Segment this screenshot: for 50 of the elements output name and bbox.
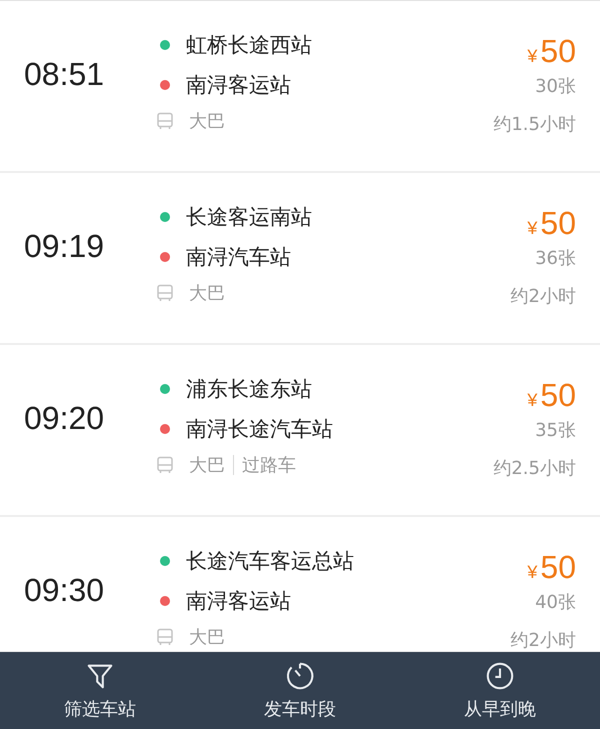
bus-icon — [156, 628, 174, 646]
trip-card[interactable]: 09:20 浦东长途东站 南浔长途汽车站 大巴 过路车 ¥50 35张 约2.5小时 — [0, 345, 600, 515]
trip-card[interactable]: 09:19 长途客运南站 南浔汽车站 大巴 ¥50 36张 约2小时 — [0, 173, 600, 343]
destination-dot-icon — [160, 424, 170, 434]
tickets-left: 30张 — [535, 75, 576, 99]
origin-station: 长途汽车客运总站 — [186, 548, 354, 575]
ticket-price: ¥50 — [527, 548, 576, 587]
ticket-price: ¥50 — [527, 32, 576, 71]
bus-icon — [156, 112, 174, 130]
trip-duration: 约2小时 — [510, 629, 576, 651]
bus-icon — [156, 284, 174, 302]
trip-duration: 约2.5小时 — [493, 457, 576, 481]
trip-duration: 约1.5小时 — [493, 113, 576, 137]
timer-icon — [285, 660, 315, 690]
clock-icon — [485, 660, 515, 690]
tickets-left: 36张 — [535, 247, 576, 271]
destination-dot-icon — [160, 596, 170, 606]
departure-time: 09:19 — [24, 228, 106, 265]
origin-station: 虹桥长途西站 — [186, 32, 312, 59]
departure-time: 09:20 — [24, 400, 106, 437]
trip-duration: 约2小时 — [510, 285, 576, 309]
bus-icon — [156, 456, 174, 474]
destination-station: 南浔汽车站 — [186, 244, 291, 271]
bottom-bar-button[interactable]: 筛选车站 — [30, 652, 170, 729]
bus-type-tag: 大巴 — [189, 281, 225, 305]
departure-time: 08:51 — [24, 56, 106, 93]
ticket-price: ¥50 — [527, 204, 576, 243]
destination-dot-icon — [160, 80, 170, 90]
destination-station: 南浔客运站 — [186, 72, 291, 99]
bottom-bar-button[interactable]: 从早到晚 — [430, 652, 570, 729]
trip-card[interactable]: 09:30 长途汽车客运总站 南浔客运站 大巴 ¥50 40张 约2小时 — [0, 517, 600, 651]
origin-dot-icon — [160, 556, 170, 566]
bus-type-tag: 大巴 — [189, 453, 225, 477]
tickets-left: 35张 — [535, 419, 576, 443]
origin-dot-icon — [160, 40, 170, 50]
origin-dot-icon — [160, 384, 170, 394]
bus-type-tag: 大巴 — [189, 109, 225, 133]
origin-dot-icon — [160, 212, 170, 222]
bus-type-tag: 大巴 — [189, 625, 225, 649]
destination-dot-icon — [160, 252, 170, 262]
destination-station: 南浔客运站 — [186, 588, 291, 615]
ticket-price: ¥50 — [527, 376, 576, 415]
bus-type-tag: 过路车 — [242, 453, 296, 477]
trip-card[interactable]: 08:51 虹桥长途西站 南浔客运站 大巴 ¥50 30张 约1.5小时 — [0, 1, 600, 171]
tickets-left: 40张 — [535, 591, 576, 615]
origin-station: 长途客运南站 — [186, 204, 312, 231]
destination-station: 南浔长途汽车站 — [186, 416, 333, 443]
origin-station: 浦东长途东站 — [186, 376, 312, 403]
departure-time: 09:30 — [24, 572, 106, 609]
bottom-bar-button[interactable]: 发车时段 — [230, 652, 370, 729]
